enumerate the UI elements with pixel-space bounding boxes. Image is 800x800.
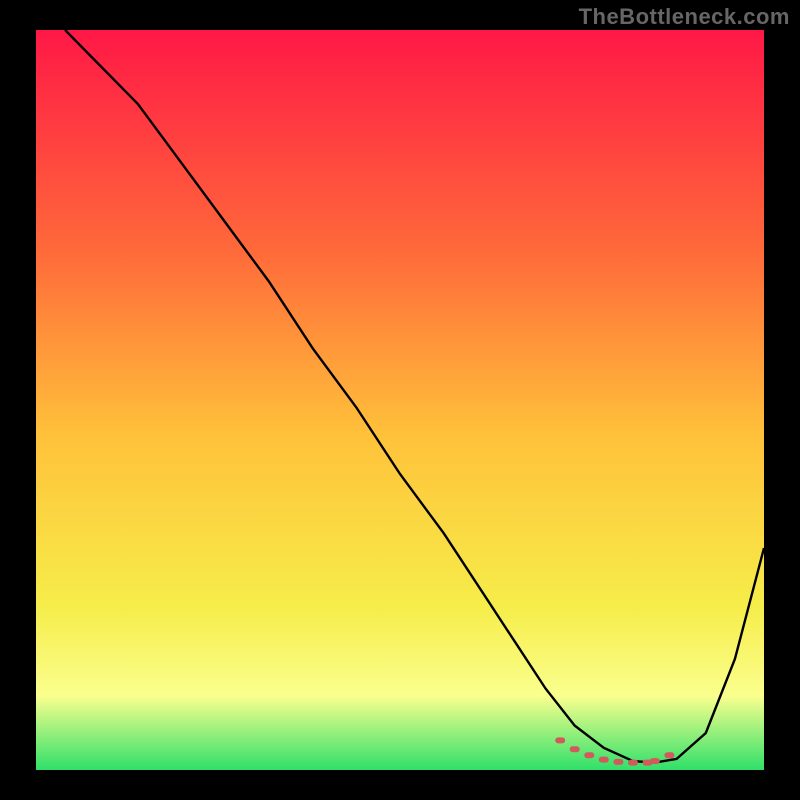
optimal-marker	[628, 760, 638, 766]
optimal-marker	[570, 746, 580, 752]
optimal-marker	[555, 737, 565, 743]
optimal-marker	[613, 759, 623, 765]
watermark-text: TheBottleneck.com	[579, 4, 790, 30]
optimal-marker	[650, 758, 660, 764]
optimal-marker	[584, 752, 594, 758]
chart-frame: TheBottleneck.com	[0, 0, 800, 800]
gradient-background	[36, 30, 764, 770]
optimal-marker	[599, 757, 609, 763]
optimal-marker	[664, 752, 674, 758]
chart-svg	[36, 30, 764, 770]
plot-area	[36, 30, 764, 770]
